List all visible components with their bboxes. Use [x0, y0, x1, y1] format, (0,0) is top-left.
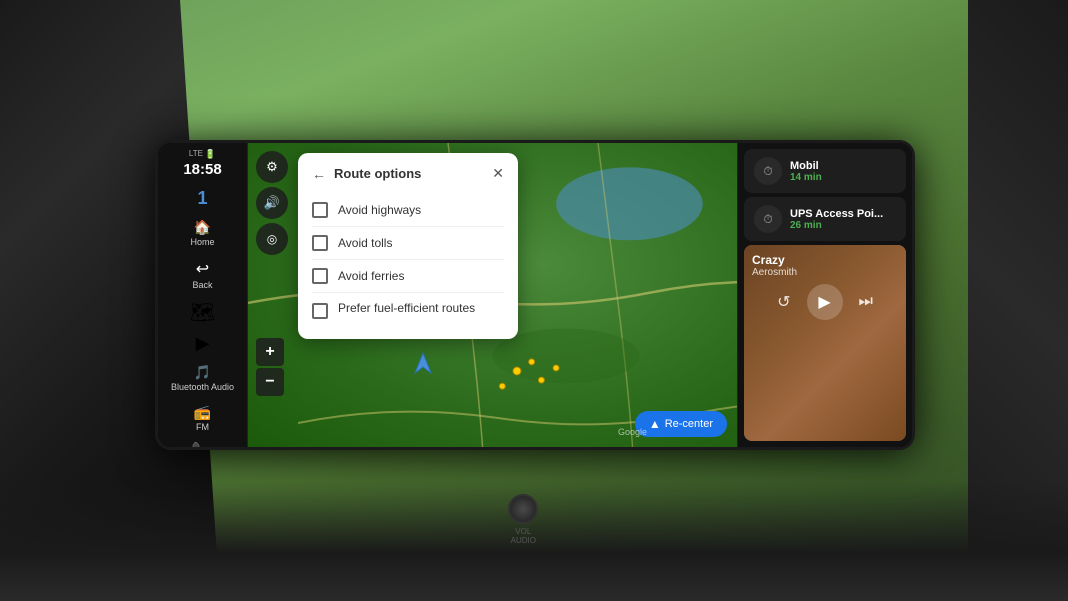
- signal-icons: LTE 🔋: [189, 149, 216, 160]
- music-artist: Aerosmith: [752, 267, 898, 278]
- map-area: ⚙ 🔊 ◎ + − ▲ Re-center Google ← Route opt…: [248, 143, 737, 447]
- mobil-info: Mobil 14 min: [790, 160, 896, 183]
- bluetooth-label: Bluetooth Audio: [171, 382, 234, 392]
- vol-label: VOLAUDIO: [508, 527, 538, 546]
- volume-button[interactable]: 🔊: [256, 187, 288, 219]
- maps-icon: 🗺: [190, 300, 215, 325]
- sidebar-item-bluetooth[interactable]: 🎵 Bluetooth Audio: [162, 359, 244, 397]
- prefer-fuel-checkbox[interactable]: [312, 303, 328, 319]
- lte-icon: LTE: [189, 149, 203, 160]
- route-options-header: ← Route options ✕: [312, 165, 504, 182]
- avoid-ferries-checkbox[interactable]: [312, 268, 328, 284]
- avoid-highways-label: Avoid highways: [338, 203, 421, 217]
- bluetooth-icon: 🎵: [194, 364, 211, 381]
- replay-button[interactable]: ↺: [777, 292, 790, 312]
- ups-icon: ⏱: [754, 205, 782, 233]
- route-options-panel: ← Route options ✕ Avoid highways Avoid t…: [298, 153, 518, 339]
- prefer-fuel-label: Prefer fuel-efficient routes: [338, 301, 475, 315]
- zoom-in-button[interactable]: +: [256, 338, 284, 366]
- battery-icon: 🔋: [205, 149, 216, 160]
- ups-name: UPS Access Poi...: [790, 208, 896, 220]
- phone-item[interactable]: 📞: [162, 439, 244, 450]
- mobil-icon: ⏱: [754, 157, 782, 185]
- playstore-item[interactable]: ▶: [162, 330, 244, 357]
- map-toolbar: ⚙ 🔊 ◎: [256, 151, 288, 255]
- skip-button[interactable]: ⏭: [859, 293, 873, 311]
- music-card[interactable]: Crazy Aerosmith ↺ ▶ ⏭: [744, 245, 906, 441]
- settings-button[interactable]: ⚙: [256, 151, 288, 183]
- sidebar: LTE 🔋 18:58 1 🏠 Home ↩ Back 🗺 ▶ 🎵 Blueto: [158, 143, 248, 447]
- ups-card[interactable]: ⏱ UPS Access Poi... 26 min: [744, 197, 906, 241]
- route-option-avoid-tolls[interactable]: Avoid tolls: [312, 227, 504, 260]
- vol-area: VOLAUDIO: [508, 494, 538, 546]
- avoid-tolls-label: Avoid tolls: [338, 236, 392, 250]
- route-options-close[interactable]: ✕: [492, 165, 504, 182]
- status-bar: LTE 🔋 18:58: [183, 149, 221, 177]
- nav-item-1[interactable]: 1: [162, 185, 244, 212]
- route-option-avoid-ferries[interactable]: Avoid ferries: [312, 260, 504, 293]
- avoid-ferries-label: Avoid ferries: [338, 269, 404, 283]
- avoid-tolls-checkbox[interactable]: [312, 235, 328, 251]
- fm-icon: 📻: [194, 404, 211, 421]
- vol-knob[interactable]: [508, 494, 538, 524]
- sidebar-item-fm[interactable]: 📻 FM: [162, 399, 244, 437]
- display-unit: LTE 🔋 18:58 1 🏠 Home ↩ Back 🗺 ▶ 🎵 Blueto: [155, 140, 915, 450]
- fm-label: FM: [196, 422, 209, 432]
- avoid-highways-checkbox[interactable]: [312, 202, 328, 218]
- zoom-out-button[interactable]: −: [256, 368, 284, 396]
- phone-icon: 📞: [191, 442, 213, 450]
- music-controls: ↺ ▶ ⏭: [752, 284, 898, 320]
- home-icon: 🏠: [194, 219, 211, 236]
- zoom-controls: + −: [256, 337, 284, 397]
- recenter-label: Re-center: [665, 418, 713, 430]
- mobil-time: 14 min: [790, 172, 896, 183]
- playstore-icon: ▶: [196, 333, 210, 354]
- recenter-arrow-icon: ▲: [649, 417, 661, 431]
- back-icon: ↩: [196, 259, 209, 279]
- ups-time: 26 min: [790, 220, 896, 231]
- mobil-name: Mobil: [790, 160, 896, 172]
- route-options-title-text: Route options: [334, 166, 421, 181]
- ups-clock-icon: ⏱: [763, 212, 772, 227]
- music-title: Crazy: [752, 253, 898, 267]
- nav-number-icon: 1: [197, 188, 207, 209]
- route-options-back[interactable]: ←: [312, 166, 326, 182]
- clock-icon: ⏱: [763, 164, 772, 179]
- route-option-avoid-highways[interactable]: Avoid highways: [312, 194, 504, 227]
- music-info: Crazy Aerosmith: [752, 253, 898, 278]
- home-label: Home: [190, 237, 214, 247]
- route-option-prefer-fuel[interactable]: Prefer fuel-efficient routes: [312, 293, 504, 327]
- sidebar-item-back[interactable]: ↩ Back: [162, 254, 244, 295]
- back-label: Back: [192, 280, 212, 290]
- route-options-title: ← Route options: [312, 166, 421, 182]
- mobil-card[interactable]: ⏱ Mobil 14 min: [744, 149, 906, 193]
- maps-icon-item[interactable]: 🗺: [162, 297, 244, 328]
- time-display: 18:58: [183, 162, 221, 177]
- play-button[interactable]: ▶: [807, 284, 843, 320]
- sidebar-item-home[interactable]: 🏠 Home: [162, 214, 244, 252]
- ups-info: UPS Access Poi... 26 min: [790, 208, 896, 231]
- google-watermark: Google: [618, 427, 647, 437]
- compass-button[interactable]: ◎: [256, 223, 288, 255]
- recenter-button[interactable]: ▲ Re-center: [635, 411, 727, 437]
- right-panel: ⏱ Mobil 14 min ⏱ UPS Access Poi... 26 mi…: [737, 143, 912, 447]
